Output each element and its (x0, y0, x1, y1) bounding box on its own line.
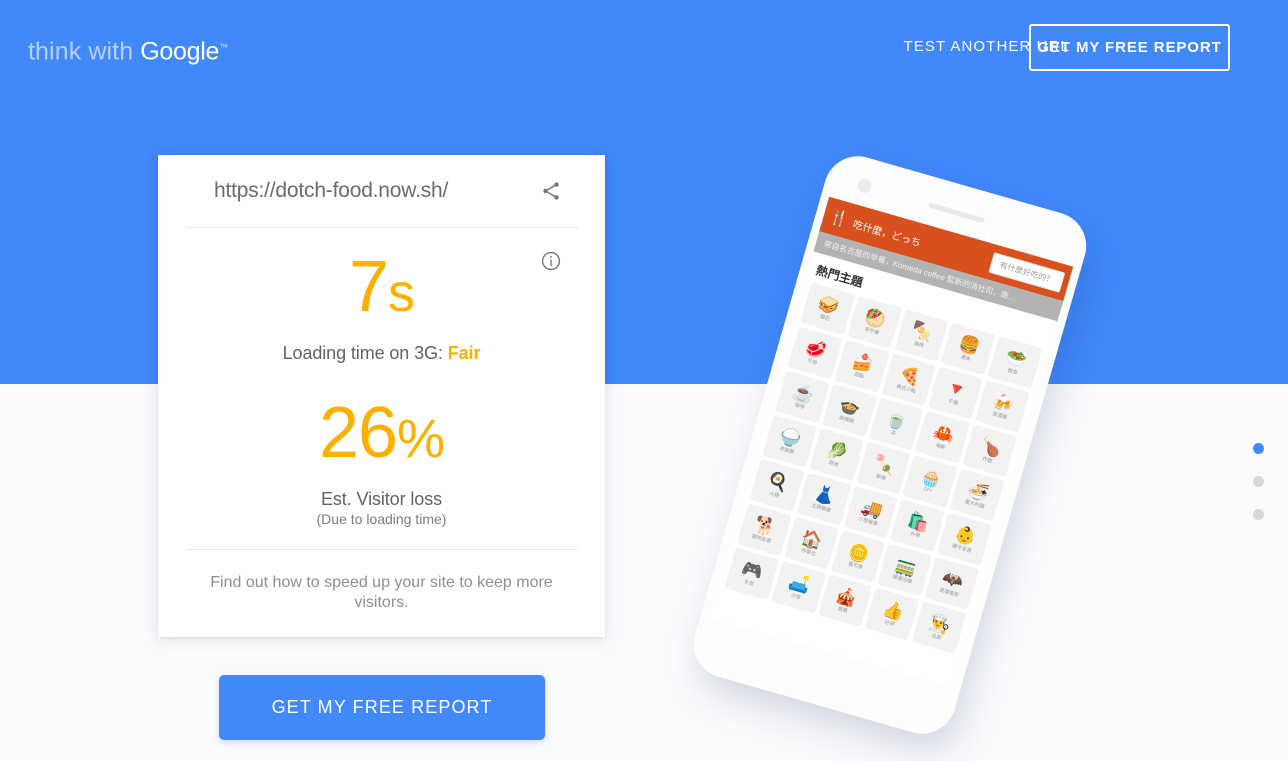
carousel-dot-1[interactable] (1252, 443, 1264, 454)
metric-visitor-loss-number: 26 (318, 393, 398, 473)
speed-result-card: https://dotch-food.now.sh/ 7s Loading ti… (158, 155, 605, 637)
metric-visitor-loss-label: Est. Visitor loss (320, 489, 442, 509)
metric-loading-time-value: 7s (158, 251, 605, 323)
logo-trademark: ™ (219, 42, 229, 52)
card-footnote-text: Find out how to speed up your site to ke… (210, 574, 553, 611)
card-url-row: https://dotch-food.now.sh/ (158, 155, 605, 227)
think-with-google-logo[interactable]: think with Google™ (28, 33, 228, 65)
share-icon[interactable] (539, 179, 563, 203)
logo-text-think-with: think with (28, 37, 134, 66)
metric-visitor-loss-unit: % (397, 409, 445, 469)
carousel-dot-2[interactable] (1252, 476, 1264, 487)
metric-loading-time-label: Loading time on 3G: Fair (158, 343, 605, 364)
logo-text-google: Google (140, 37, 220, 66)
metric-visitor-loss-value: 26% (158, 397, 605, 469)
status-badge-rating: Fair (447, 343, 481, 363)
carousel-dot-3[interactable] (1252, 509, 1264, 520)
main-get-my-free-report-button[interactable]: GET MY FREE REPORT (219, 675, 545, 740)
metric-loading-time-unit: s (388, 263, 415, 323)
page-root: think with Google™ TEST ANOTHER URL GET … (0, 0, 1288, 761)
card-divider-bottom (186, 549, 578, 550)
metric-loading-time: 7s Loading time on 3G: Fair (158, 251, 605, 364)
metric-loading-time-label-text: Loading time on 3G: (282, 343, 448, 363)
card-divider-top (186, 227, 578, 228)
site-header: think with Google™ TEST ANOTHER URL GET … (0, 0, 1288, 95)
header-get-my-free-report-button[interactable]: GET MY FREE REPORT (1029, 24, 1230, 71)
metric-visitor-loss: 26% Est. Visitor loss (Due to loading ti… (158, 397, 605, 527)
metric-visitor-loss-sublabel: (Due to loading time) (316, 511, 447, 527)
metric-loading-time-number: 7 (348, 247, 389, 327)
carousel-pagination (1249, 443, 1267, 520)
tested-url-text: https://dotch-food.now.sh/ (214, 179, 449, 202)
